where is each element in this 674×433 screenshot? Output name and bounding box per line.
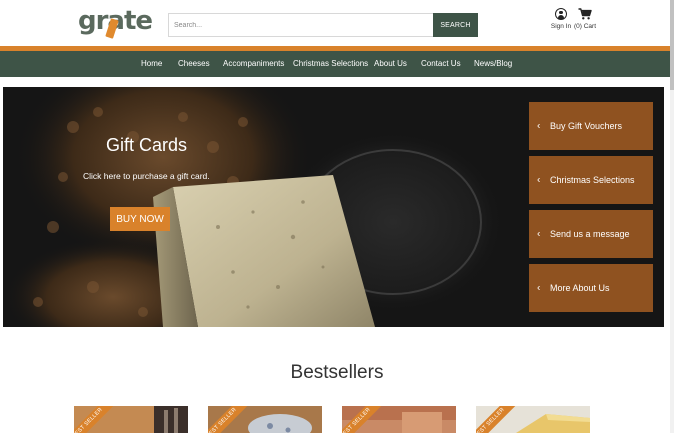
send-message-button[interactable]: ‹ Send us a message — [529, 210, 653, 258]
chevron-left-icon: ‹ — [537, 120, 541, 132]
grate-logo[interactable]: grate — [78, 6, 153, 40]
hero-subtitle[interactable]: Click here to purchase a gift card. — [83, 171, 210, 181]
product-card[interactable]: BEST SELLER — [476, 406, 590, 433]
product-card[interactable]: BEST SELLER — [74, 406, 188, 433]
more-about-us-button[interactable]: ‹ More About Us — [529, 264, 653, 312]
side-button-label: Buy Gift Vouchers — [550, 121, 623, 131]
sign-in-label: Sign In — [550, 23, 572, 30]
nav-item-cheeses[interactable]: Cheeses — [178, 51, 210, 77]
search-button[interactable]: SEARCH — [433, 13, 478, 37]
search-input[interactable] — [168, 13, 433, 37]
search-bar: SEARCH — [168, 13, 478, 37]
chevron-left-icon: ‹ — [537, 228, 541, 240]
nav-item-home[interactable]: Home — [141, 51, 162, 77]
product-card[interactable]: BEST SELLER — [208, 406, 322, 433]
buy-gift-vouchers-button[interactable]: ‹ Buy Gift Vouchers — [529, 102, 653, 150]
site-header: grate SEARCH Sign In (0) Cart — [0, 0, 674, 46]
nav-item-news-blog[interactable]: News/Blog — [474, 51, 512, 77]
main-nav: Home Cheeses Accompaniments Christmas Se… — [0, 51, 674, 77]
hero-banner: Gift Cards Click here to purchase a gift… — [3, 87, 664, 327]
hero-title: Gift Cards — [106, 135, 188, 155]
nav-item-accompaniments[interactable]: Accompaniments — [223, 51, 284, 77]
nav-item-contact-us[interactable]: Contact Us — [421, 51, 461, 77]
side-button-label: Christmas Selections — [550, 175, 635, 185]
sign-in-link[interactable]: Sign In — [549, 8, 573, 30]
scrollbar-thumb[interactable] — [670, 0, 674, 90]
side-button-label: More About Us — [550, 283, 610, 293]
cart-label: (0) Cart — [573, 23, 597, 30]
user-circle-icon — [555, 8, 567, 20]
product-card[interactable]: BEST SELLER — [342, 406, 456, 433]
chevron-left-icon: ‹ — [537, 282, 541, 294]
shopping-cart-icon — [578, 8, 592, 20]
page-scrollbar[interactable] — [670, 0, 674, 433]
cart-link[interactable]: (0) Cart — [572, 8, 598, 30]
nav-item-about-us[interactable]: About Us — [374, 51, 407, 77]
side-button-label: Send us a message — [550, 229, 630, 239]
buy-now-button[interactable]: BUY NOW — [110, 207, 170, 231]
chevron-left-icon: ‹ — [537, 174, 541, 186]
christmas-selections-button[interactable]: ‹ Christmas Selections — [529, 156, 653, 204]
bestsellers-heading: Bestsellers — [290, 362, 384, 383]
nav-item-christmas-selections[interactable]: Christmas Selections — [293, 51, 368, 77]
